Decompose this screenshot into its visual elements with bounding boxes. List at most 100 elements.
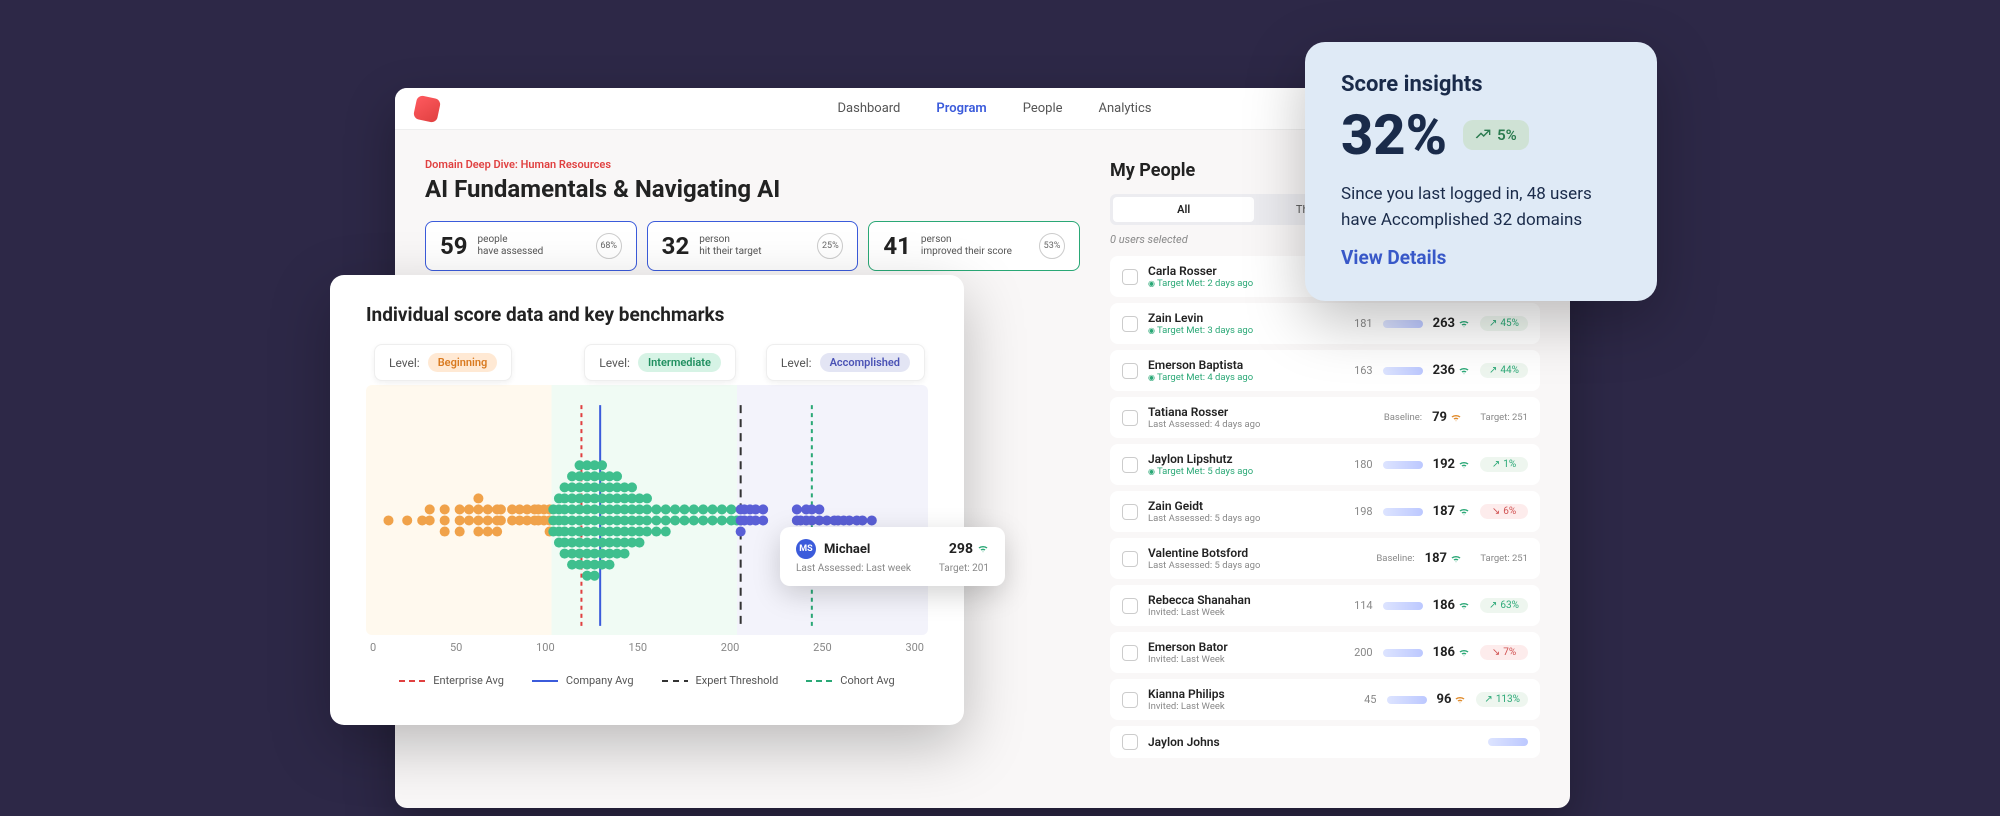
metric-target[interactable]: 32 personhit their target 25%	[647, 221, 859, 271]
metric-label: peoplehave assessed	[478, 234, 544, 258]
tab-all[interactable]: All	[1113, 197, 1254, 222]
name-col: Emerson BaptistaTarget Met: 4 days ago	[1148, 358, 1344, 383]
nav-people[interactable]: People	[1023, 101, 1063, 116]
person-name: Jaylon Johns	[1148, 735, 1478, 749]
row-checkbox[interactable]	[1122, 734, 1138, 750]
row-checkbox[interactable]	[1122, 457, 1138, 473]
insights-percent: 32%	[1341, 107, 1447, 163]
name-col: Jaylon Johns	[1148, 735, 1478, 749]
table-row[interactable]: Jaylon LipshutzTarget Met: 5 days ago 180…	[1110, 444, 1540, 485]
legend-expert: Expert Threshold	[662, 674, 779, 687]
metric-num: 59	[440, 232, 468, 260]
row-checkbox[interactable]	[1122, 504, 1138, 520]
baseline-label: Baseline:	[1376, 553, 1414, 564]
table-row[interactable]: Valentine BotsfordLast Assessed: 5 days …	[1110, 538, 1540, 579]
delta-badge: ↗45%	[1480, 316, 1528, 331]
person-sub: Last Assessed: 5 days ago	[1148, 513, 1344, 524]
level-chip-beginning: Level: Beginning	[374, 344, 512, 381]
insights-badge: 5%	[1463, 120, 1529, 150]
benchmark-title: Individual score data and key benchmarks	[366, 303, 928, 326]
signal-icon	[977, 543, 989, 555]
person-name: Zain Geidt	[1148, 499, 1344, 513]
trend-up-icon	[1475, 127, 1491, 143]
person-name: Rebecca Shanahan	[1148, 593, 1344, 607]
name-col: Zain LevinTarget Met: 3 days ago	[1148, 311, 1344, 336]
person-score: 263	[1433, 316, 1470, 331]
delta-badge: ↘6%	[1480, 504, 1528, 519]
person-name: Kianna Philips	[1148, 687, 1354, 701]
sparkline	[1383, 508, 1423, 516]
nav-program[interactable]: Program	[936, 101, 986, 116]
row-checkbox[interactable]	[1122, 692, 1138, 708]
name-col: Zain GeidtLast Assessed: 5 days ago	[1148, 499, 1344, 524]
row-checkbox[interactable]	[1122, 410, 1138, 426]
row-checkbox[interactable]	[1122, 598, 1138, 614]
view-details-link[interactable]: View Details	[1341, 246, 1621, 269]
delta-badge: ↗113%	[1476, 692, 1528, 707]
benchmark-card: Individual score data and key benchmarks…	[330, 275, 964, 725]
metric-improved[interactable]: 41 personimproved their score 53%	[868, 221, 1080, 271]
row-checkbox[interactable]	[1122, 645, 1138, 661]
person-sub: Invited: Last Week	[1148, 607, 1344, 618]
person-name: Jaylon Lipshutz	[1148, 452, 1344, 466]
sparkline	[1488, 738, 1528, 746]
page-title: AI Fundamentals & Navigating AI	[425, 175, 1080, 203]
delta-badge: ↗44%	[1480, 363, 1528, 378]
nav-dashboard[interactable]: Dashboard	[838, 101, 901, 116]
metric-label: personimproved their score	[921, 234, 1012, 258]
table-row[interactable]: Jaylon Johns	[1110, 726, 1540, 758]
level-chip-accomplished: Level: Accomplished	[766, 344, 925, 381]
person-sub: Target Met: 5 days ago	[1148, 466, 1344, 477]
sparkline	[1387, 696, 1427, 704]
delta-badge: ↗1%	[1480, 457, 1528, 472]
sparkline	[1383, 461, 1423, 469]
table-row[interactable]: Rebecca ShanahanInvited: Last Week114186…	[1110, 585, 1540, 626]
table-row[interactable]: Tatiana RosserLast Assessed: 4 days ago B…	[1110, 397, 1540, 438]
person-tooltip: MS Michael 298 Last Assessed: Last week …	[780, 527, 1005, 586]
name-col: Rebecca ShanahanInvited: Last Week	[1148, 593, 1344, 618]
person-target: Target: 251	[1472, 553, 1528, 564]
baseline-label: Baseline:	[1384, 412, 1422, 423]
row-checkbox[interactable]	[1122, 269, 1138, 285]
metric-pct: 53%	[1039, 233, 1065, 259]
baseline-value: 200	[1354, 646, 1373, 659]
person-score: 79	[1432, 410, 1462, 425]
name-col: Emerson BatorInvited: Last Week	[1148, 640, 1344, 665]
table-row[interactable]: Zain GeidtLast Assessed: 5 days ago19818…	[1110, 491, 1540, 532]
name-col: Jaylon LipshutzTarget Met: 5 days ago	[1148, 452, 1344, 477]
person-sub: Last Assessed: 5 days ago	[1148, 560, 1366, 571]
row-checkbox[interactable]	[1122, 551, 1138, 567]
avatar: MS	[796, 539, 816, 559]
table-row[interactable]: Zain LevinTarget Met: 3 days ago181263↗4…	[1110, 303, 1540, 344]
row-checkbox[interactable]	[1122, 316, 1138, 332]
person-name: Tatiana Rosser	[1148, 405, 1374, 419]
person-score: 186	[1433, 645, 1470, 660]
breadcrumb: Domain Deep Dive: Human Resources	[425, 158, 1080, 171]
tooltip-target: Target: 201	[939, 563, 989, 574]
person-sub: Invited: Last Week	[1148, 654, 1344, 665]
person-sub: Last Assessed: 4 days ago	[1148, 419, 1374, 430]
sparkline	[1383, 320, 1423, 328]
person-score: 96	[1437, 692, 1467, 707]
tooltip-score: 298	[949, 541, 989, 557]
table-row[interactable]: Emerson BatorInvited: Last Week200186↘7%	[1110, 632, 1540, 673]
insights-card: Score insights 32% 5% Since you last log…	[1305, 42, 1657, 301]
insights-title: Score insights	[1341, 72, 1621, 97]
metric-num: 32	[662, 232, 690, 260]
level-chip-intermediate: Level: Intermediate	[584, 344, 736, 381]
nav-analytics[interactable]: Analytics	[1099, 101, 1152, 116]
table-row[interactable]: Emerson BaptistaTarget Met: 4 days ago16…	[1110, 350, 1540, 391]
x-axis-ticks: 050 100150 200250 300	[366, 635, 928, 654]
baseline-value: 180	[1354, 458, 1373, 471]
person-sub: Target Met: 3 days ago	[1148, 325, 1344, 336]
metric-assessed[interactable]: 59 peoplehave assessed 68%	[425, 221, 637, 271]
table-row[interactable]: Kianna PhilipsInvited: Last Week4596↗113…	[1110, 679, 1540, 720]
row-checkbox[interactable]	[1122, 363, 1138, 379]
person-score: 187	[1425, 551, 1462, 566]
people-list: Carla RosserTarget Met: 2 days ago147Zai…	[1110, 256, 1540, 758]
person-score: 236	[1433, 363, 1470, 378]
main-nav: Dashboard Program People Analytics	[838, 101, 1152, 116]
person-score: 186	[1433, 598, 1470, 613]
person-sub: Invited: Last Week	[1148, 701, 1354, 712]
level-chips: Level: Beginning Level: Intermediate Lev…	[366, 344, 928, 381]
